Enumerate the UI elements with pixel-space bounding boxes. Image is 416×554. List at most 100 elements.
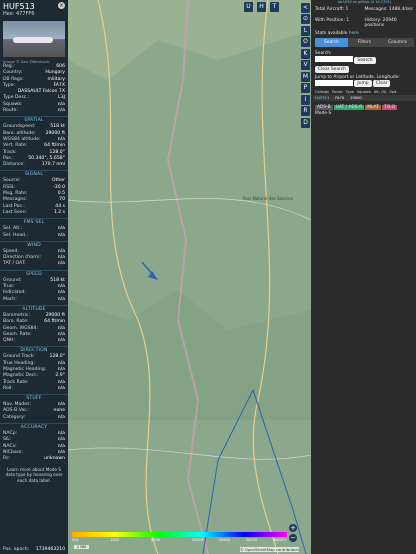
stats-label: Stats available [315, 31, 348, 36]
section-header: ACCURACY [0, 423, 68, 431]
history-count: History: 20946 positions [364, 18, 397, 28]
epoch-label: Pos. epoch: [3, 546, 30, 552]
legend-label: 6000 [151, 538, 161, 542]
map-toolbar-button[interactable]: V [301, 60, 310, 70]
column-header[interactable]: Spd. [390, 90, 398, 94]
aircraft-info-panel: HUF513 Hex: 477FF6 × Image © Ilan Zilber… [0, 0, 68, 554]
info-row: Distance: 170.7 nmi [0, 162, 68, 168]
source-uat: UAT / ADS-R [333, 105, 365, 110]
info-label[interactable]: Type: [3, 83, 15, 89]
map-side-toolbar: < ⊙ L O K V M P I R D [300, 1, 312, 129]
info-label[interactable]: Last Seen: [3, 210, 27, 216]
column-header[interactable]: Type [346, 90, 354, 94]
search-button[interactable]: Search [354, 56, 376, 64]
registration-block: Reg.: 606 Country: Hungary DB flags: military… [0, 64, 68, 114]
section-header: SPEED [0, 269, 68, 278]
column-header[interactable]: Squawk [357, 90, 371, 94]
column-header[interactable]: Callsign [315, 90, 329, 94]
stats-available: Stats available here [313, 31, 416, 36]
map-toolbar-button[interactable]: I [301, 94, 310, 105]
map-toolbar-button[interactable]: ⊙ [301, 14, 310, 24]
info-label[interactable]: Rc: [3, 456, 10, 462]
stats-block-2: With Position: 1 History: 20946 position… [313, 15, 416, 31]
tab-columns[interactable]: Columns [381, 38, 414, 47]
info-value: 1.2 s [53, 209, 65, 215]
map-toolbar-button[interactable]: R [301, 106, 310, 116]
table-cell: FA7X [335, 96, 345, 100]
table-cell: 29000 [350, 96, 362, 100]
info-row: QNH: n/a [0, 338, 68, 344]
hex-label: Hex: [3, 11, 15, 17]
messages-rate: Messages: 1488.4/sec [364, 7, 414, 12]
info-row: Category: n/a [0, 415, 68, 421]
info-row: Mach: n/a [0, 297, 68, 303]
aircraft-header: HUF513 Hex: 477FF6 × [0, 0, 68, 19]
legend-label: 40000+ [272, 538, 287, 542]
clear-jump-button[interactable]: Clear [372, 80, 391, 87]
info-value: n/a [57, 232, 65, 238]
map-toolbar-button[interactable]: M [301, 71, 310, 82]
legend-label: 30000 [245, 538, 257, 542]
legend-label: 20000 [218, 538, 230, 542]
with-position: With Position: 1 [315, 18, 350, 23]
tab-search[interactable]: Search [315, 38, 348, 47]
info-label[interactable]: Sel. Head.: [3, 233, 28, 239]
info-value: n/a [57, 385, 65, 391]
info-row: Route: n/a [0, 108, 68, 114]
map-toolbar-button[interactable]: L [301, 25, 310, 36]
info-label[interactable]: TAT / OAT: [3, 261, 26, 267]
toggle-t-button[interactable]: T [270, 2, 279, 12]
legend-label: 500 [72, 538, 79, 542]
column-header[interactable]: Alt. (ft) [374, 90, 387, 94]
tab-filters[interactable]: Filters [348, 38, 381, 47]
map-toolbar-button[interactable]: K [301, 48, 310, 59]
toggle-u-button[interactable]: U [244, 2, 253, 12]
map-scale: 2 NM [74, 545, 89, 549]
aircraft-photo[interactable] [3, 21, 65, 57]
epoch-value: 1739463210 [35, 546, 65, 552]
stats-link[interactable]: here [349, 31, 359, 36]
info-value: n/a [57, 338, 65, 344]
map-toolbar-button[interactable]: P [301, 83, 310, 93]
zoom-controls: + − [289, 524, 297, 544]
clear-search-button[interactable]: Clear Search [315, 65, 349, 73]
column-header[interactable]: Route [332, 90, 342, 94]
close-icon[interactable]: × [58, 2, 65, 9]
legend-label: 2000 [110, 538, 120, 542]
toggle-h-button[interactable]: H [257, 2, 266, 12]
zoom-out-button[interactable]: − [289, 534, 297, 542]
jump-button[interactable]: Jump [354, 80, 372, 87]
sidebar: tar1090 on github (2.14.1701) Total Airc… [313, 0, 416, 554]
stats-block: Total Aircraft: 1 Messages: 1488.4/sec [313, 4, 416, 15]
zoom-in-button[interactable]: + [289, 524, 297, 532]
info-value: unknown [44, 456, 65, 462]
search-input[interactable] [315, 56, 353, 62]
callsign-title: HUF513 [3, 2, 35, 11]
epoch-row: Pos. epoch: 1739463210 [0, 547, 68, 553]
hex-line: Hex: 477FF6 [3, 11, 65, 17]
info-label[interactable]: Category: [3, 415, 25, 421]
map-toolbar-button[interactable]: < [301, 2, 310, 13]
info-label[interactable]: Route: [3, 108, 18, 114]
info-row: Sel. Head.: n/a [0, 233, 68, 239]
info-label[interactable]: Distance: [3, 162, 25, 168]
source-adsb: ADS-B [315, 105, 333, 110]
info-label[interactable]: Roll: [3, 386, 13, 392]
section-header: WIND [0, 240, 68, 249]
detail-sections: SPATIAL Groundspeed: 518 kt Baro. altitude:… [0, 116, 68, 462]
hex-value: 477FF6 [16, 11, 35, 17]
map-toolbar-button[interactable]: O [301, 37, 310, 47]
jump-input[interactable] [315, 79, 353, 86]
info-row: TAT / OAT: n/a [0, 261, 68, 267]
info-value: n/a [57, 296, 65, 302]
info-note: Learn more about Mode S data type by hov… [5, 466, 63, 483]
info-label[interactable]: Mach: [3, 297, 17, 303]
map-view[interactable]: Parc Naturel des Sources [68, 0, 311, 554]
info-label[interactable]: QNH: [3, 338, 15, 344]
info-value: n/a [57, 261, 65, 267]
search-panel: Search: Search Clear Search Jump to Airp… [313, 49, 416, 89]
map-attribution[interactable]: © OpenStreetMap contributors [240, 547, 299, 552]
section-header: STUFF [0, 394, 68, 402]
info-value: n/a [57, 414, 65, 420]
map-toolbar-button[interactable]: D [301, 117, 310, 128]
